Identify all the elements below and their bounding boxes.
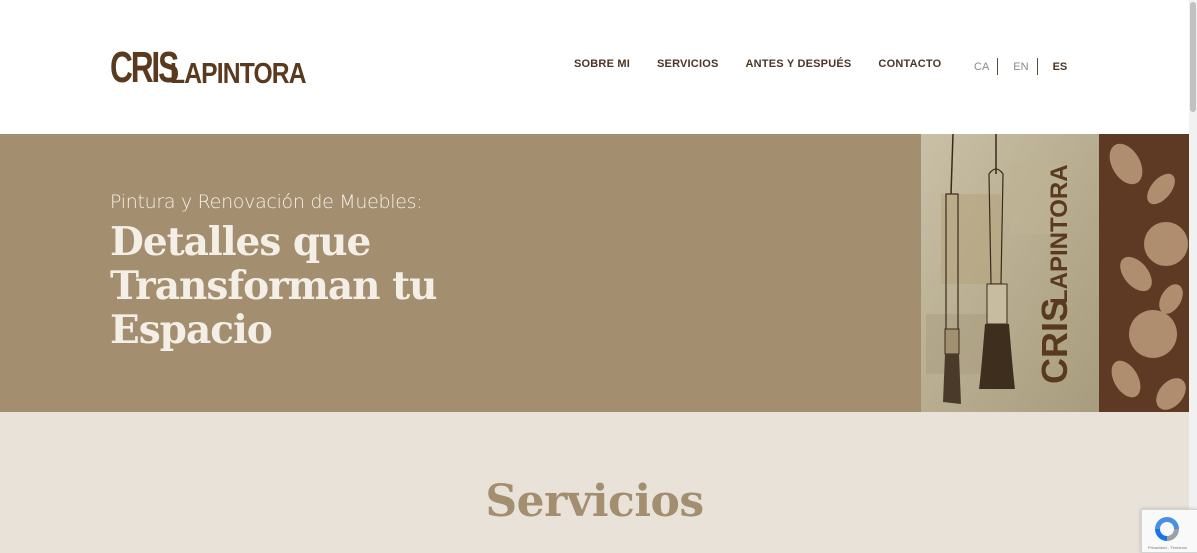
main-nav: SOBRE MI SERVICIOS ANTES Y DESPUÉS CONTA… (574, 58, 968, 70)
nav-item-servicios[interactable]: SERVICIOS (657, 58, 719, 70)
lang-en[interactable]: EN (1013, 61, 1028, 73)
services-title: Servicios (485, 476, 704, 527)
nav-item-antes-despues[interactable]: ANTES Y DESPUÉS (746, 58, 852, 70)
hero-subtitle: Pintura y Renovación de Muebles: (110, 191, 423, 213)
lang-es[interactable]: ES (1053, 61, 1068, 73)
site-logo[interactable]: CRIS LAPINTORA (110, 40, 330, 90)
lang-ca[interactable]: CA (974, 61, 989, 73)
paintbrush-illustration: CRIS LAPINTORA (921, 134, 1189, 412)
logo-cris-text: CRIS (110, 43, 179, 92)
svg-text:CRIS: CRIS (1034, 298, 1075, 384)
lang-divider (1036, 58, 1038, 75)
hero-image: CRIS LAPINTORA (921, 134, 1189, 412)
language-switcher: CA EN ES (974, 58, 1067, 75)
page-scrollbar[interactable] (1189, 0, 1197, 553)
recaptcha-icon (1155, 517, 1179, 541)
scrollbar-thumb[interactable] (1190, 2, 1196, 112)
hero-section: Pintura y Renovación de Muebles: Detalle… (0, 134, 921, 412)
recaptcha-footer[interactable]: Privacidad - Términos (1148, 545, 1187, 550)
svg-text:LAPINTORA: LAPINTORA (1046, 164, 1073, 304)
nav-item-contacto[interactable]: CONTACTO (878, 58, 941, 70)
logo-lapintora-text: LAPINTORA (170, 58, 307, 90)
hero-title: Detalles que Transforman tu Espacio (110, 219, 438, 353)
lang-divider (997, 58, 999, 75)
site-header: CRIS LAPINTORA SOBRE MI SERVICIOS ANTES … (0, 0, 1189, 134)
recaptcha-badge[interactable]: Privacidad - Términos (1141, 509, 1197, 553)
nav-item-sobre-mi[interactable]: SOBRE MI (574, 58, 630, 70)
